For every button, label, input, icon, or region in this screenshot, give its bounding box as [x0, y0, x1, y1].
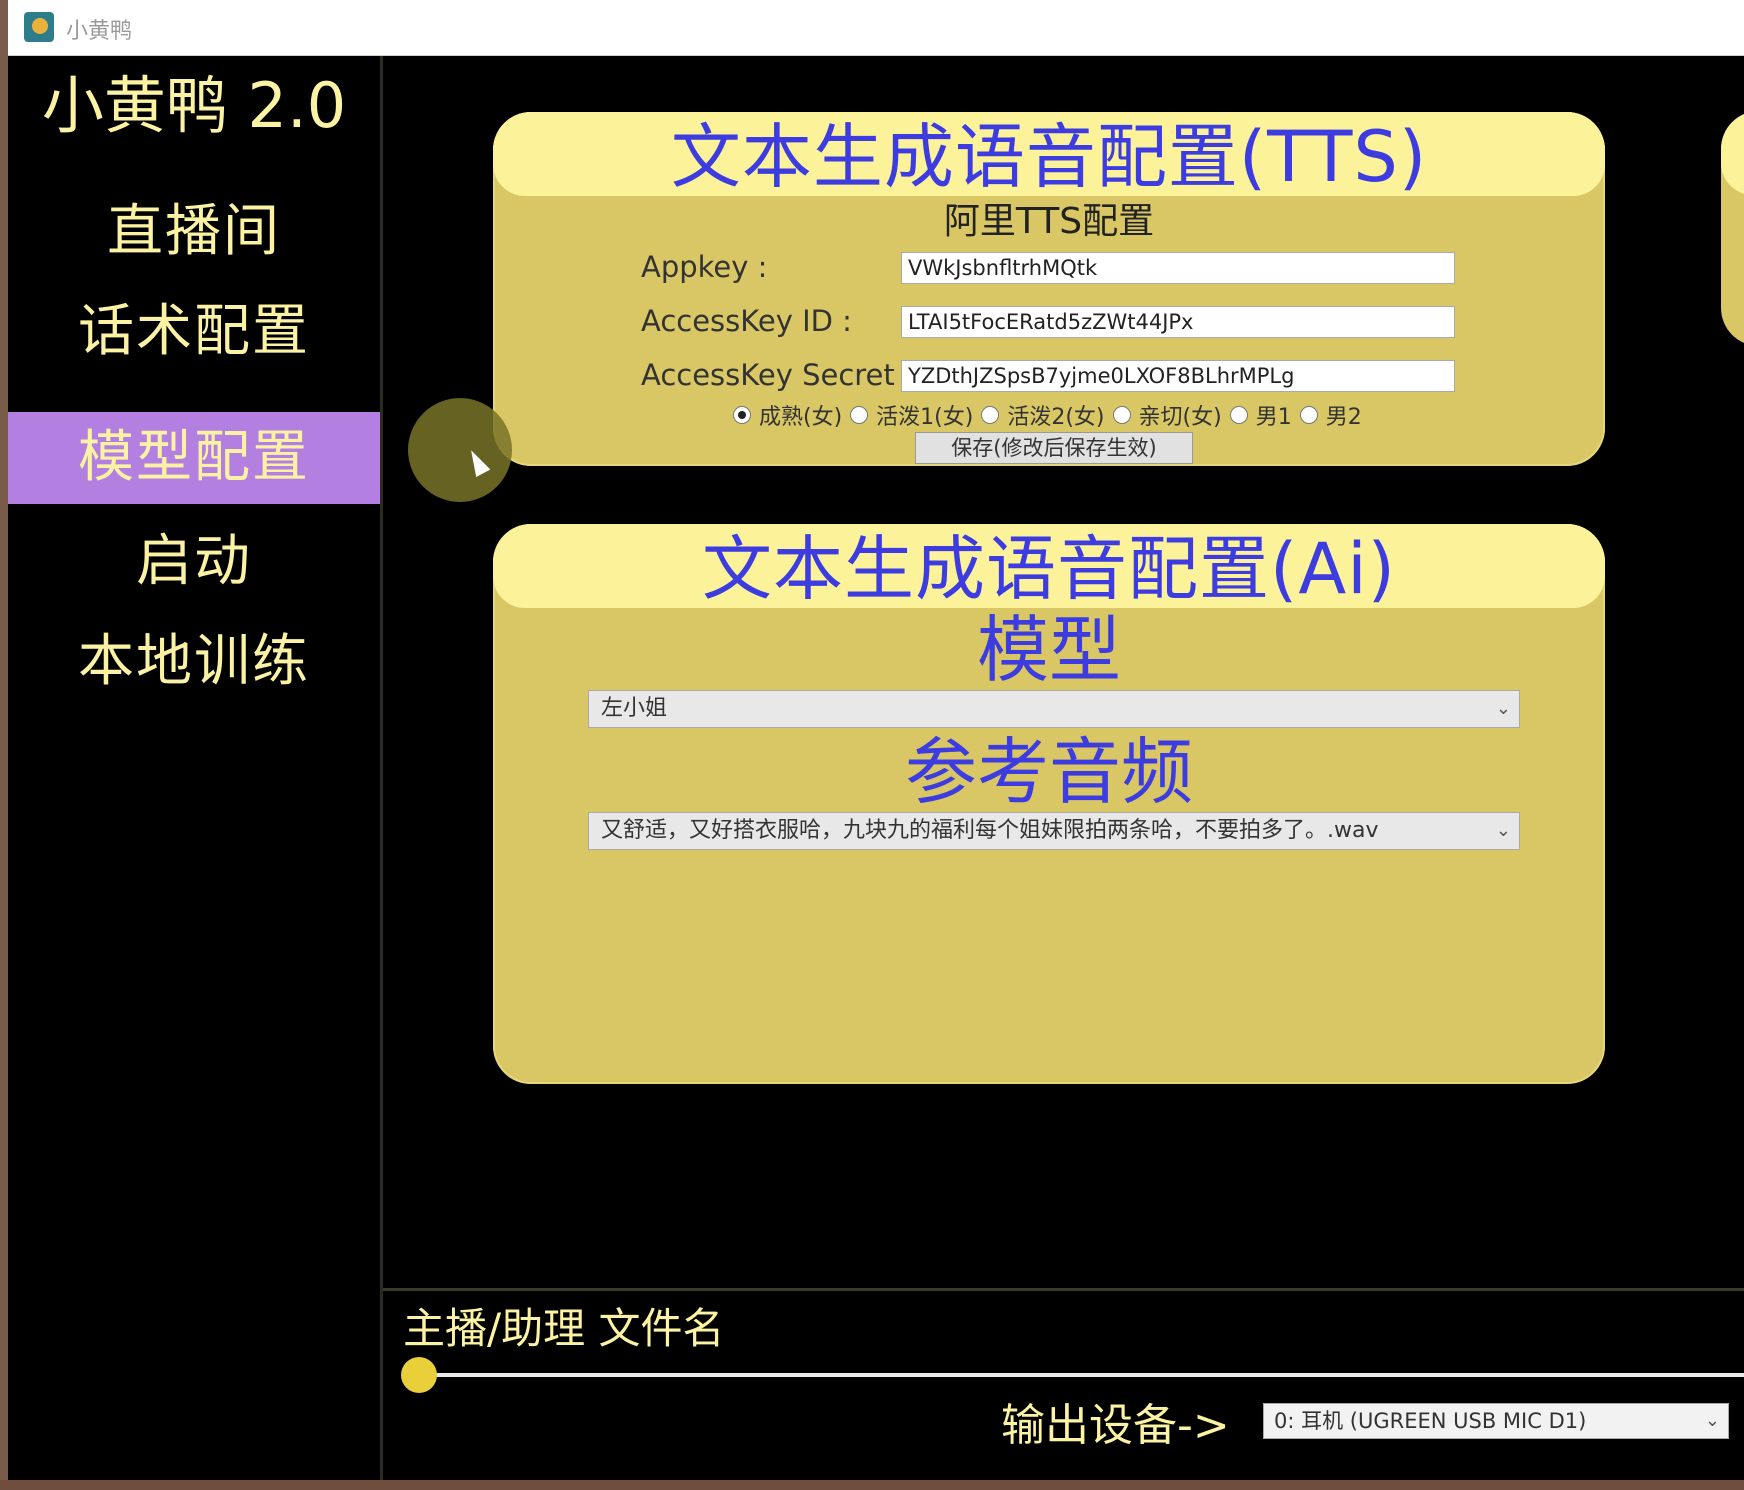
appkey-input[interactable] — [901, 252, 1455, 284]
accesskey-id-input[interactable] — [901, 306, 1455, 338]
cursor-highlight — [408, 398, 512, 502]
accesskey-secret-label: AccessKey Secret : — [641, 358, 914, 392]
save-button[interactable]: 保存(修改后保存生效) — [915, 432, 1193, 464]
ref-audio-label: 参考音频 — [904, 730, 1193, 814]
progress-knob[interactable] — [401, 1357, 437, 1393]
window-titlebar: 小黄鸭 — [8, 0, 1744, 56]
ref-audio-select[interactable]: 又舒适，又好搭衣服哈，九块九的福利每个姐妹限拍两条哈，不要拍多了。.wav ⌄ — [588, 812, 1520, 850]
ali-tts-subtitle: 阿里TTS配置 — [943, 201, 1155, 242]
output-device-label: 输出设备-> — [1001, 1400, 1230, 1451]
radio-dot-icon — [981, 406, 1000, 424]
app-window: 小黄鸭 2.0 直播间 话术配置 模型配置 启动 本地训练 文本生成语音配置(T… — [8, 56, 1744, 1483]
radio-dot-icon — [1112, 406, 1131, 424]
audio-player-bar: 主播/助理 文件名 输出设备-> 0: 耳机 (UGREEN USB MIC D… — [383, 1288, 1744, 1483]
model-select-value: 左小姐 — [601, 696, 668, 721]
nav-item-start[interactable]: 启动 — [8, 516, 380, 608]
radio-dot-icon — [850, 406, 869, 424]
progress-track[interactable] — [413, 1373, 1744, 1377]
radio-dot-icon — [1229, 406, 1248, 424]
accesskey-secret-input[interactable] — [901, 360, 1455, 392]
accesskey-id-label: AccessKey ID : — [641, 304, 852, 338]
appkey-label: Appkey : — [641, 250, 768, 284]
output-device-value: 0: 耳机 (UGREEN USB MIC D1) — [1274, 1409, 1587, 1433]
model-label: 模型 — [976, 608, 1121, 692]
chevron-down-icon: ⌄ — [1495, 698, 1511, 719]
voice-radio-lively2-female[interactable]: 活泼2(女) — [981, 399, 1105, 431]
nav-item-script-config[interactable]: 话术配置 — [8, 286, 380, 378]
voice-radio-mature-female[interactable]: 成熟(女) — [733, 399, 842, 431]
chevron-down-icon: ⌄ — [1704, 1410, 1720, 1431]
tts-config-panel: 文本生成语音配置(TTS) 阿里TTS配置 Appkey : AccessKey… — [493, 112, 1605, 466]
window-title: 小黄鸭 — [66, 19, 133, 44]
chevron-down-icon: ⌄ — [1495, 820, 1511, 841]
voice-radio-lively1-female[interactable]: 活泼1(女) — [850, 399, 973, 431]
desktop-background-strip — [0, 1480, 1744, 1490]
radio-dot-icon — [1299, 406, 1318, 424]
voice-radio-friendly-female[interactable]: 亲切(女) — [1112, 399, 1222, 431]
nav-item-local-training[interactable]: 本地训练 — [8, 616, 380, 708]
player-file-title: 主播/助理 文件名 — [403, 1304, 725, 1353]
next-panel-edge — [1721, 111, 1744, 346]
duck-app-icon — [24, 12, 54, 42]
voice-radio-male1[interactable]: 男1 — [1229, 399, 1292, 431]
output-device-select[interactable]: 0: 耳机 (UGREEN USB MIC D1) ⌄ — [1263, 1403, 1729, 1439]
app-brand: 小黄鸭 2.0 — [41, 69, 347, 142]
nav-item-live-room[interactable]: 直播间 — [8, 186, 380, 278]
sidebar: 小黄鸭 2.0 直播间 话术配置 模型配置 启动 本地训练 — [8, 56, 383, 1480]
ai-panel-title: 文本生成语音配置(Ai) — [702, 528, 1396, 610]
ai-config-panel: 文本生成语音配置(Ai) 模型 左小姐 ⌄ 参考音频 又舒适，又好搭衣服哈，九块… — [493, 524, 1605, 1084]
radio-dot-icon — [733, 406, 751, 424]
voice-radio-male2[interactable]: 男2 — [1299, 399, 1362, 431]
tts-panel-title: 文本生成语音配置(TTS) — [670, 116, 1428, 198]
nav-item-model-config[interactable]: 模型配置 — [8, 412, 380, 504]
voice-radio-group: 成熟(女) 活泼1(女) 活泼2(女) 亲切(女) 男1 男2 — [733, 398, 1370, 432]
model-select[interactable]: 左小姐 ⌄ — [588, 690, 1520, 728]
ref-audio-select-value: 又舒适，又好搭衣服哈，九块九的福利每个姐妹限拍两条哈，不要拍多了。.wav — [601, 818, 1379, 843]
